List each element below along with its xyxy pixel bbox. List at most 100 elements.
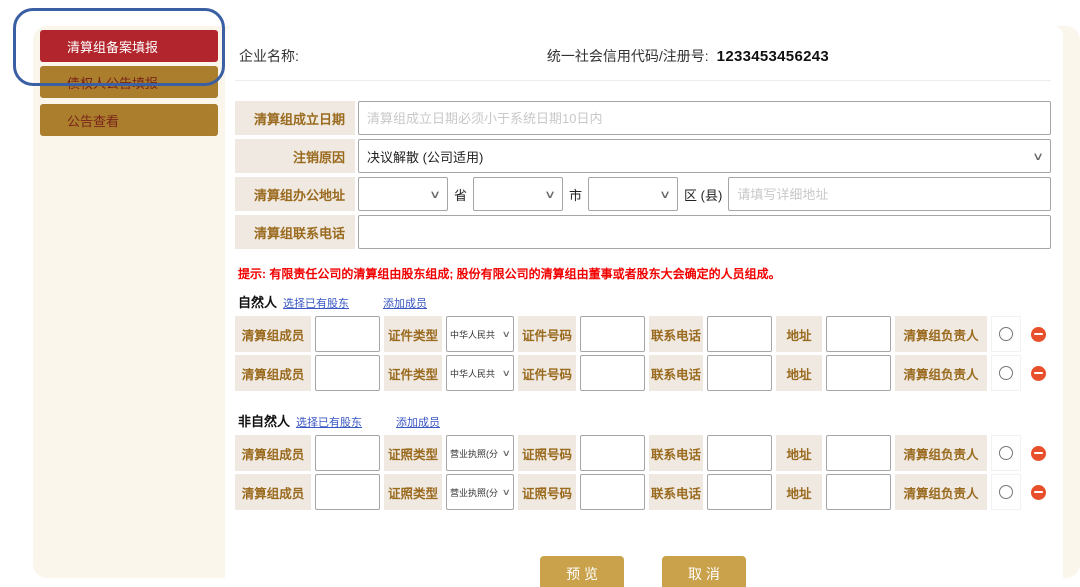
member-phone-label: 联系电话	[649, 474, 703, 510]
license-type-label: 证照类型	[384, 474, 442, 510]
leader-radio[interactable]	[999, 327, 1013, 341]
leader-radio[interactable]	[999, 485, 1013, 499]
contact-phone-input[interactable]	[358, 215, 1051, 249]
member-phone-input[interactable]	[707, 435, 772, 471]
main-panel: 企业名称: 统一社会信用代码/注册号: 1233453456243 清算组成立日…	[225, 26, 1063, 587]
district-select[interactable]: ∨	[588, 177, 678, 211]
leader-radio-cell	[991, 355, 1021, 391]
credit-code-value: 1233453456243	[717, 48, 829, 65]
cancel-button[interactable]: 取 消	[662, 556, 746, 587]
legal-member-row: 清算组成员 证照类型 营业执照(分 ∨ 证照号码 联系电话 地址 清算组负责人	[235, 474, 1051, 510]
doc-number-label: 证件号码	[518, 316, 576, 352]
contact-phone-label: 清算组联系电话	[235, 215, 355, 249]
doc-number-label: 证件号码	[518, 355, 576, 391]
license-number-label: 证照号码	[518, 474, 576, 510]
sidebar-item-liquidation-filing[interactable]: 清算组备案填报	[40, 30, 218, 62]
leader-radio-cell	[991, 474, 1021, 510]
sidebar-item-creditor-announcement[interactable]: 债权人公告填报	[40, 66, 218, 98]
member-phone-input[interactable]	[707, 316, 772, 352]
city-select[interactable]: ∨	[473, 177, 563, 211]
remove-row-button[interactable]	[1025, 316, 1051, 352]
license-number-input[interactable]	[580, 435, 645, 471]
select-existing-shareholder-link[interactable]: 选择已有股东	[283, 295, 349, 311]
chevron-down-icon: ∨	[502, 448, 511, 459]
minus-icon	[1031, 446, 1046, 461]
form-row-contact-phone: 清算组联系电话	[235, 215, 1051, 249]
doc-number-input[interactable]	[580, 316, 645, 352]
doc-type-select[interactable]: 中华人民共 ∨	[446, 355, 514, 391]
member-phone-label: 联系电话	[649, 435, 703, 471]
doc-type-label: 证件类型	[384, 316, 442, 352]
member-phone-input[interactable]	[707, 355, 772, 391]
sidebar-item-announcement-view[interactable]: 公告查看	[40, 104, 218, 136]
credit-code-group: 统一社会信用代码/注册号: 1233453456243	[547, 46, 829, 66]
district-suffix-label: 区 (县)	[684, 185, 722, 204]
member-phone-input[interactable]	[707, 474, 772, 510]
add-member-link[interactable]: 添加成员	[383, 295, 427, 311]
member-address-label: 地址	[776, 355, 822, 391]
leader-label: 清算组负责人	[895, 474, 987, 510]
minus-icon	[1031, 327, 1046, 342]
chevron-down-icon: ∨	[544, 188, 556, 201]
office-address-label: 清算组办公地址	[235, 177, 355, 211]
license-number-label: 证照号码	[518, 435, 576, 471]
province-select[interactable]: ∨	[358, 177, 448, 211]
natural-member-row: 清算组成员 证件类型 中华人民共 ∨ 证件号码 联系电话 地址 清算组负责人	[235, 355, 1051, 391]
member-name-label: 清算组成员	[235, 355, 311, 391]
leader-label: 清算组负责人	[895, 355, 987, 391]
remove-row-button[interactable]	[1025, 474, 1051, 510]
member-address-input[interactable]	[826, 316, 891, 352]
remove-row-button[interactable]	[1025, 355, 1051, 391]
member-name-label: 清算组成员	[235, 316, 311, 352]
license-type-value: 营业执照(分	[450, 486, 498, 499]
doc-number-input[interactable]	[580, 355, 645, 391]
leader-radio[interactable]	[999, 366, 1013, 380]
doc-type-value: 中华人民共	[450, 328, 495, 341]
member-name-label: 清算组成员	[235, 474, 311, 510]
cancel-reason-select[interactable]: 决议解散 (公司适用) ∨	[358, 139, 1051, 173]
remove-row-button[interactable]	[1025, 435, 1051, 471]
city-suffix-label: 市	[569, 185, 582, 204]
legal-person-title: 非自然人	[238, 411, 290, 430]
sidebar-item-label: 清算组备案填报	[67, 37, 158, 56]
member-name-label: 清算组成员	[235, 435, 311, 471]
license-number-input[interactable]	[580, 474, 645, 510]
chevron-down-icon: ∨	[429, 188, 441, 201]
license-type-select[interactable]: 营业执照(分 ∨	[446, 435, 514, 471]
license-type-select[interactable]: 营业执照(分 ∨	[446, 474, 514, 510]
chevron-down-icon: ∨	[1032, 150, 1044, 163]
chevron-down-icon: ∨	[502, 329, 511, 340]
page-container: 清算组备案填报 债权人公告填报 公告查看 企业名称: 统一社会信用代码/注册号:…	[33, 26, 1080, 578]
doc-type-value: 中华人民共	[450, 367, 495, 380]
member-name-input[interactable]	[315, 474, 380, 510]
establish-date-input[interactable]	[358, 101, 1051, 135]
chevron-down-icon: ∨	[502, 487, 511, 498]
add-member-link[interactable]: 添加成员	[396, 414, 440, 430]
province-suffix-label: 省	[454, 185, 467, 204]
form-row-cancel-reason: 注销原因 决议解散 (公司适用) ∨	[235, 139, 1051, 173]
minus-icon	[1031, 485, 1046, 500]
member-name-input[interactable]	[315, 316, 380, 352]
doc-type-select[interactable]: 中华人民共 ∨	[446, 316, 514, 352]
form-row-office-address: 清算组办公地址 ∨ 省 ∨ 市 ∨ 区 (县)	[235, 177, 1051, 211]
liquidation-hint-text: 提示: 有限责任公司的清算组由股东组成; 股份有限公司的清算组由董事或者股东大会…	[238, 265, 1048, 282]
address-detail-input[interactable]	[728, 177, 1051, 211]
natural-member-row: 清算组成员 证件类型 中华人民共 ∨ 证件号码 联系电话 地址 清算组负责人	[235, 316, 1051, 352]
chevron-down-icon: ∨	[659, 188, 671, 201]
leader-label: 清算组负责人	[895, 316, 987, 352]
legal-person-section-head: 非自然人 选择已有股东 添加成员	[238, 411, 1048, 430]
leader-label: 清算组负责人	[895, 435, 987, 471]
member-address-input[interactable]	[826, 474, 891, 510]
establish-date-label: 清算组成立日期	[235, 101, 355, 135]
leader-radio[interactable]	[999, 446, 1013, 460]
select-existing-shareholder-link[interactable]: 选择已有股东	[296, 414, 362, 430]
member-name-input[interactable]	[315, 435, 380, 471]
member-address-input[interactable]	[826, 355, 891, 391]
member-address-label: 地址	[776, 474, 822, 510]
cancel-reason-label: 注销原因	[235, 139, 355, 173]
member-name-input[interactable]	[315, 355, 380, 391]
leader-radio-cell	[991, 435, 1021, 471]
member-phone-label: 联系电话	[649, 316, 703, 352]
member-address-input[interactable]	[826, 435, 891, 471]
preview-button[interactable]: 预 览	[540, 556, 624, 587]
